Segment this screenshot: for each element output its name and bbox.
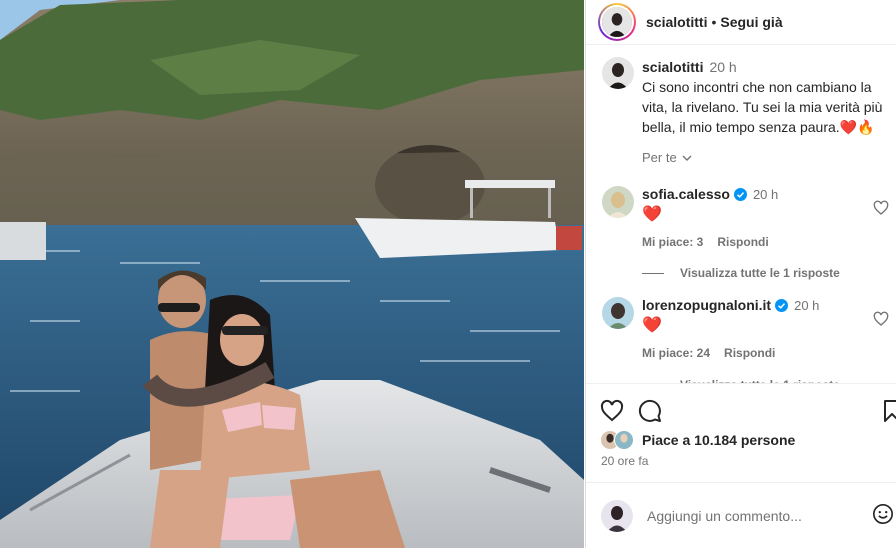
comment-head: sofia.calesso 20 h xyxy=(642,186,882,202)
chevron-down-icon xyxy=(682,155,692,161)
comment-username[interactable]: lorenzopugnaloni.it xyxy=(642,297,771,313)
likes-summary[interactable]: Piace a 10.184 persone xyxy=(600,430,795,450)
post-photo[interactable] xyxy=(0,0,584,548)
caption-body: Ci sono incontri che non cambiano la vit… xyxy=(642,77,892,137)
heart-outline-icon[interactable] xyxy=(873,311,889,327)
comment-time[interactable]: 20 h xyxy=(794,298,819,313)
verified-badge-icon xyxy=(775,298,789,312)
comment-body: sofia.calesso 20 h ❤️ Mi piace: 3 Rispon… xyxy=(642,186,882,249)
caption-time[interactable]: 20 h xyxy=(709,59,736,75)
header-username[interactable]: scialotitti xyxy=(646,14,707,30)
avatar xyxy=(600,5,634,39)
post-side-panel: scialotitti • Segui già scialotitti 20 h … xyxy=(585,0,896,548)
avatar xyxy=(601,500,633,532)
reply-divider xyxy=(642,272,664,274)
see-translation-label: Per te xyxy=(642,150,677,165)
comment-bubble-icon[interactable] xyxy=(638,399,662,423)
bookmark-icon[interactable] xyxy=(882,399,896,423)
caption-text-block: scialotitti 20 h Ci sono incontri che non… xyxy=(642,57,892,137)
comment-time[interactable]: 20 h xyxy=(753,187,778,202)
see-translation-button[interactable]: Per te xyxy=(642,150,693,165)
comment-item: lorenzopugnaloni.it 20 h ❤️ Mi piace: 24… xyxy=(602,297,896,360)
reply-button[interactable]: Rispondi xyxy=(724,346,775,360)
comment-meta: Mi piace: 24 Rispondi xyxy=(642,346,882,360)
view-replies-label: Visualizza tutte le 1 risposte xyxy=(680,266,840,280)
comment-body: lorenzopugnaloni.it 20 h ❤️ Mi piace: 24… xyxy=(642,297,882,360)
view-replies-button[interactable]: Visualizza tutte le 1 risposte xyxy=(642,266,840,280)
header-separator: • xyxy=(711,14,717,30)
comment-head: lorenzopugnaloni.it 20 h xyxy=(642,297,882,313)
comment-likes[interactable]: Mi piace: 24 xyxy=(642,346,710,360)
emoji-icon[interactable] xyxy=(872,503,894,525)
story-ring[interactable] xyxy=(598,3,636,41)
follow-button[interactable]: Segui già xyxy=(720,14,782,30)
comment-likes[interactable]: Mi piace: 3 xyxy=(642,235,703,249)
add-comment-bar: Aggiungi un commento... xyxy=(586,482,896,548)
liker-avatars xyxy=(600,430,634,450)
caption: scialotitti 20 h Ci sono incontri che non… xyxy=(602,57,892,137)
comment-text: ❤️ xyxy=(642,206,662,223)
reply-button[interactable]: Rispondi xyxy=(717,235,768,249)
action-icons xyxy=(600,399,662,423)
avatar[interactable] xyxy=(602,57,634,89)
verified-badge-icon xyxy=(733,187,747,201)
caption-username[interactable]: scialotitti xyxy=(642,59,703,75)
avatar xyxy=(614,430,634,450)
comment-item: sofia.calesso 20 h ❤️ Mi piace: 3 Rispon… xyxy=(602,186,896,249)
photo-couple-boat-icon xyxy=(0,0,584,548)
post-actions: Piace a 10.184 persone 20 ore fa Aggiung… xyxy=(586,383,896,548)
post-date[interactable]: 20 ore fa xyxy=(601,454,648,468)
comment-text: ❤️ xyxy=(642,317,662,334)
like-heart-icon[interactable] xyxy=(600,399,624,423)
caption-emoji: ❤️🔥 xyxy=(839,119,875,135)
avatar[interactable] xyxy=(602,186,634,218)
comment-meta: Mi piace: 3 Rispondi xyxy=(642,235,882,249)
avatar[interactable] xyxy=(602,297,634,329)
heart-outline-icon[interactable] xyxy=(873,200,889,216)
comment-username[interactable]: sofia.calesso xyxy=(642,186,730,202)
likes-count[interactable]: Piace a 10.184 persone xyxy=(642,432,795,448)
comment-input[interactable]: Aggiungi un commento... xyxy=(647,508,802,524)
post-header: scialotitti • Segui già xyxy=(586,0,896,45)
